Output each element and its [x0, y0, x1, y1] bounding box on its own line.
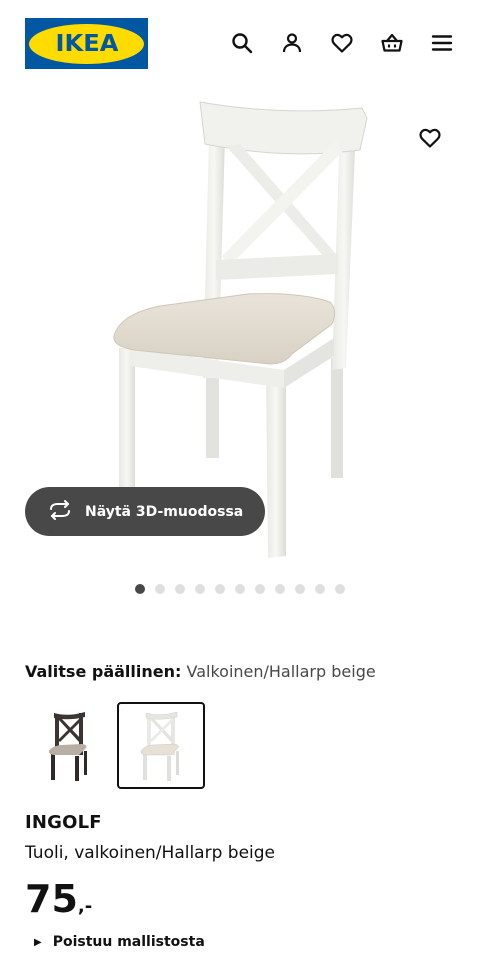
product-status-toggle[interactable]: ▶ Poistuu mallistosta: [34, 934, 205, 950]
product-name: INGOLF: [25, 812, 102, 833]
pagination-dot[interactable]: [255, 584, 265, 594]
logo-oval: IKEA: [29, 23, 144, 64]
price-integer: 75: [25, 877, 78, 921]
product-price: 75 ,-: [25, 876, 92, 922]
view-3d-button[interactable]: Näytä 3D-muodossa: [25, 487, 265, 536]
chair-thumbnail-dark: [48, 711, 87, 781]
variant-selected-value: Valkoinen/Hallarp beige: [186, 662, 376, 681]
pagination-dot[interactable]: [235, 584, 245, 594]
pagination-dot[interactable]: [335, 584, 345, 594]
price-suffix: ,-: [77, 896, 93, 917]
pagination-dot[interactable]: [215, 584, 225, 594]
variant-label: Valitse päällinen:: [25, 662, 182, 681]
logo-text: IKEA: [55, 30, 118, 57]
pagination-dot[interactable]: [135, 584, 145, 594]
variant-swatch-dark[interactable]: [25, 702, 113, 789]
heart-icon: [418, 126, 442, 154]
pagination-dot[interactable]: [275, 584, 285, 594]
pagination-dot[interactable]: [315, 584, 325, 594]
heart-icon[interactable]: [328, 29, 356, 57]
product-description: Tuoli, valkoinen/Hallarp beige: [25, 843, 276, 863]
pagination-dot[interactable]: [175, 584, 185, 594]
caret-right-icon: ▶: [34, 936, 42, 948]
pagination-dot[interactable]: [155, 584, 165, 594]
menu-icon[interactable]: [428, 29, 456, 57]
search-icon[interactable]: [228, 29, 256, 57]
account-icon[interactable]: [278, 29, 306, 57]
ikea-logo[interactable]: IKEA: [25, 18, 148, 69]
pagination-dot[interactable]: [195, 584, 205, 594]
variant-swatch-white[interactable]: [117, 702, 205, 789]
pagination-dot[interactable]: [295, 584, 305, 594]
add-to-favourites-button[interactable]: [414, 124, 446, 156]
site-header: IKEA: [0, 0, 480, 88]
chair-thumbnail-white: [140, 711, 179, 781]
product-status-text: Poistuu mallistosta: [52, 934, 205, 950]
image-pagination: [135, 584, 345, 594]
view-3d-label: Näytä 3D-muodossa: [85, 503, 244, 520]
variant-selector-label: Valitse päällinen: Valkoinen/Hallarp bei…: [25, 662, 376, 681]
basket-icon[interactable]: [378, 29, 406, 57]
rotate-icon: [47, 499, 73, 524]
